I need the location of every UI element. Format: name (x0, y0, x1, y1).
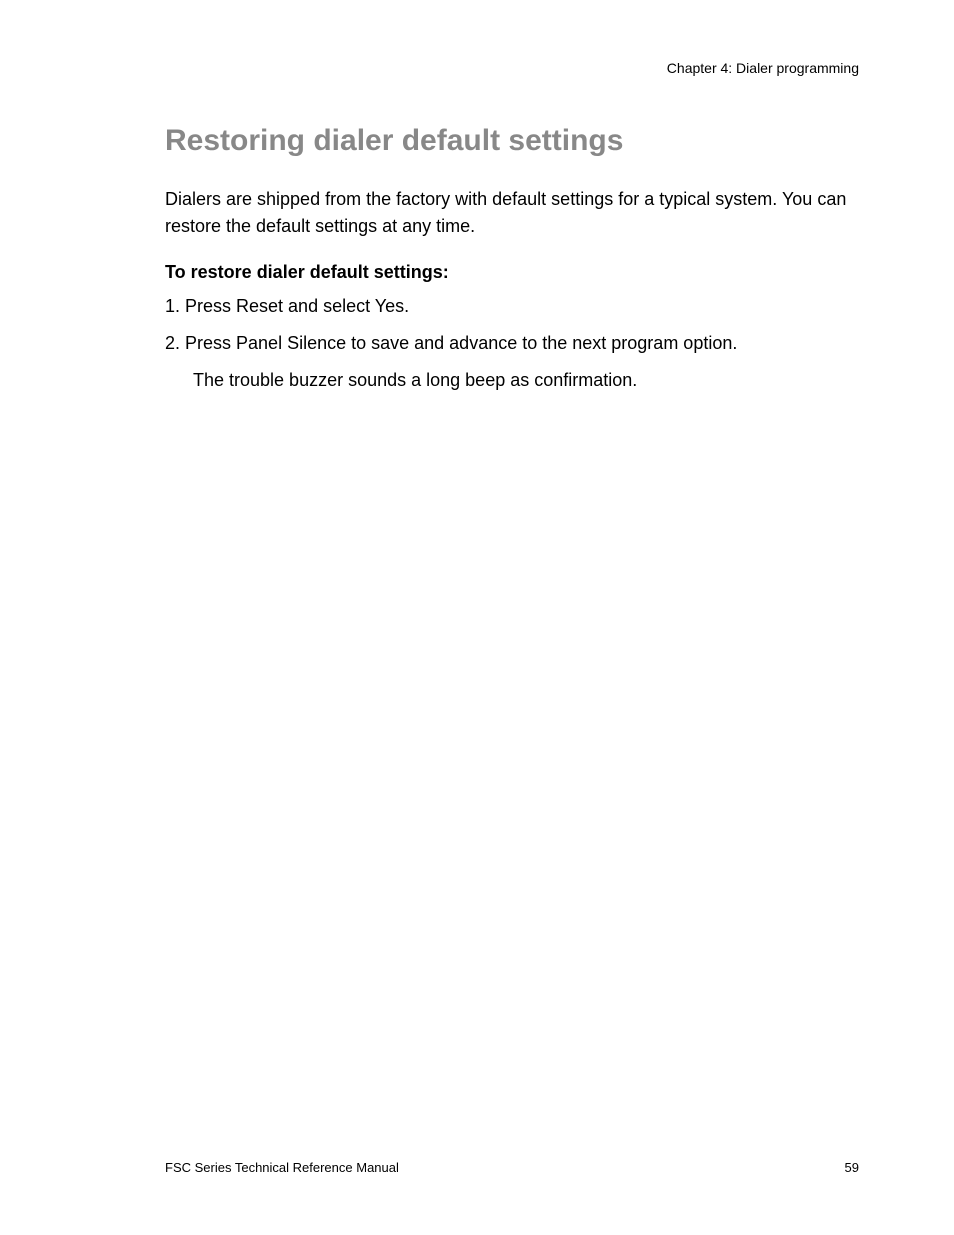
procedure-subheading: To restore dialer default settings: (165, 262, 859, 283)
procedure-steps: 1. Press Reset and select Yes. 2. Press … (165, 293, 859, 357)
page-header: Chapter 4: Dialer programming (165, 60, 859, 76)
manual-title: FSC Series Technical Reference Manual (165, 1160, 399, 1175)
page-title: Restoring dialer default settings (165, 124, 859, 158)
page-footer: FSC Series Technical Reference Manual 59 (165, 1160, 859, 1175)
chapter-label: Chapter 4: Dialer programming (667, 60, 859, 76)
step-item: 2. Press Panel Silence to save and advan… (165, 330, 859, 357)
step-continuation: The trouble buzzer sounds a long beep as… (165, 367, 859, 394)
page-number: 59 (845, 1160, 859, 1175)
intro-paragraph: Dialers are shipped from the factory wit… (165, 186, 859, 240)
step-item: 1. Press Reset and select Yes. (165, 293, 859, 320)
